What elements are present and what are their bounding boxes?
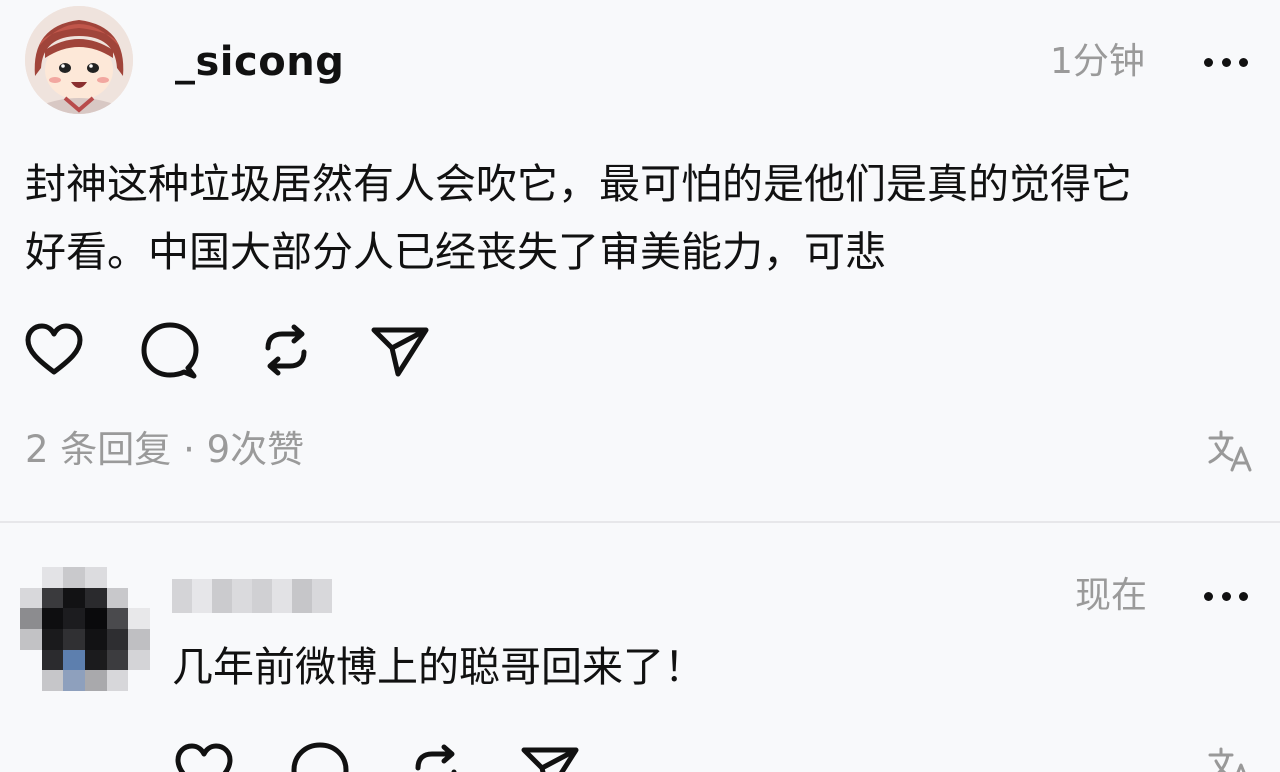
post-stats[interactable]: 2 条回复 · 9次赞 — [25, 424, 304, 476]
avatar-illustration — [25, 6, 133, 114]
more-icon[interactable] — [1204, 55, 1248, 69]
post: _sicong 1分钟 封神这种垃圾居然有人会吹它，最可怕的是他们是真的觉得它 … — [0, 0, 1280, 520]
action-bar — [22, 318, 442, 382]
post-text-line: 封神这种垃圾居然有人会吹它，最可怕的是他们是真的觉得它 — [25, 160, 1132, 208]
more-dot — [1221, 591, 1231, 601]
heart-icon[interactable] — [172, 738, 236, 772]
more-dot — [1239, 57, 1248, 67]
more-dot — [1221, 57, 1231, 67]
avatar[interactable] — [25, 6, 133, 114]
reply-time: 现在 — [1075, 575, 1148, 616]
translate-icon[interactable] — [1206, 428, 1254, 472]
reply-text: 几年前微博上的聪哥回来了！ — [172, 643, 705, 691]
thread-view: _sicong 1分钟 封神这种垃圾居然有人会吹它，最可怕的是他们是真的觉得它 … — [0, 0, 1280, 772]
more-icon[interactable] — [1204, 589, 1248, 603]
action-bar — [172, 738, 592, 772]
translate-icon[interactable] — [1206, 745, 1254, 772]
repost-icon[interactable] — [254, 318, 318, 382]
share-icon[interactable] — [518, 738, 582, 772]
more-dot — [1239, 591, 1248, 601]
comment-icon[interactable] — [288, 738, 352, 772]
more-dot — [1204, 57, 1213, 67]
comment-icon[interactable] — [138, 318, 202, 382]
more-dot — [1204, 591, 1213, 601]
repost-icon[interactable] — [404, 738, 468, 772]
avatar-blurred[interactable] — [20, 567, 150, 691]
post-text: 封神这种垃圾居然有人会吹它，最可怕的是他们是真的觉得它 好看。中国大部分人已经丧… — [25, 150, 1265, 286]
username[interactable]: _sicong — [175, 36, 344, 88]
heart-icon[interactable] — [22, 318, 86, 382]
reply-post: 现在 几年前微博上的聪哥回来了！ — [0, 523, 1280, 772]
post-text-line: 好看。中国大部分人已经丧失了审美能力，可悲 — [25, 228, 886, 276]
share-icon[interactable] — [368, 318, 432, 382]
username-blurred[interactable] — [172, 579, 332, 613]
post-time: 1分钟 — [1050, 41, 1145, 82]
